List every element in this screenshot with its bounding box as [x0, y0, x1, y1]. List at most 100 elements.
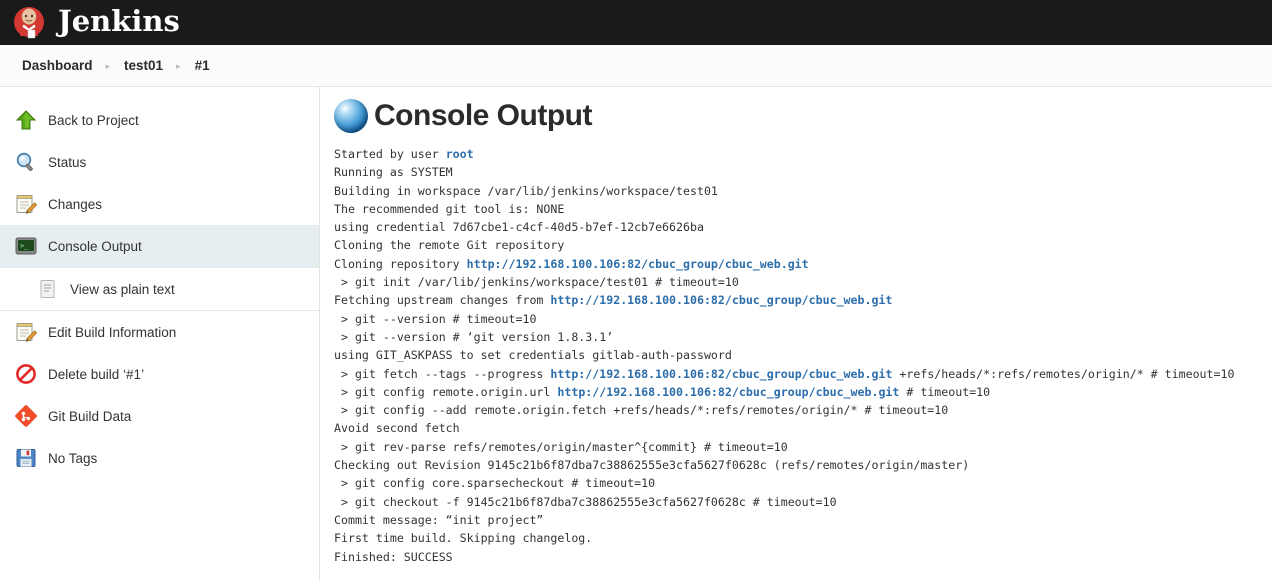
console-log-line: > git config --add remote.origin.fetch +… [334, 401, 1272, 419]
jenkins-butler-icon[interactable] [10, 3, 50, 43]
console-log-text: > git init /var/lib/jenkins/workspace/te… [334, 275, 739, 290]
sidebar-item-console-output[interactable]: >_ Console Output [0, 225, 319, 267]
sidebar-item-label: Back to Project [48, 112, 139, 128]
console-log-line: > git config remote.origin.url http://19… [334, 383, 1272, 401]
notepad-pencil-icon-svg [16, 195, 38, 214]
console-log-text: > git config remote.origin.url [334, 384, 558, 399]
sidebar-item-label: Edit Build Information [48, 324, 177, 340]
console-log-line: > git --version # ‘git version 1.8.3.1’ [334, 328, 1272, 346]
console-log-link[interactable]: root [446, 147, 474, 161]
console-log-text: > git rev-parse refs/remotes/origin/mast… [334, 439, 788, 454]
console-log-text: Avoid second fetch [334, 421, 460, 436]
sidebar-item-git-build-data[interactable]: Git Build Data [0, 395, 319, 437]
console-log-text: First time build. Skipping changelog. [334, 531, 593, 546]
page-body: Back to Project Status Changes >_ Consol… [0, 87, 1272, 580]
console-log-text: Started by user [334, 147, 446, 161]
console-log-line: Cloning the remote Git repository [334, 236, 1272, 254]
console-log-line: > git --version # timeout=10 [334, 310, 1272, 328]
top-header-bar: Jenkins [0, 0, 1272, 45]
console-log-link[interactable]: http://192.168.100.106:82/cbuc_group/cbu… [550, 293, 892, 307]
floppy-disk-icon-svg [16, 449, 36, 467]
green-up-arrow-icon [14, 108, 38, 132]
breadcrumb-item-dashboard[interactable]: Dashboard [22, 58, 93, 73]
notepad-pencil-icon [14, 192, 38, 216]
console-log-text: # timeout=10 [899, 384, 991, 399]
sidebar-item-label: Console Output [48, 238, 142, 254]
console-log-line: First time build. Skipping changelog. [334, 529, 1272, 547]
console-log-text: Fetching upstream changes from [334, 293, 551, 308]
sidebar-item-edit-build-information[interactable]: Edit Build Information [0, 311, 319, 353]
console-log-line: Commit message: “init project” [334, 511, 1272, 529]
floppy-disk-icon [14, 446, 38, 470]
console-log-text: Checking out Revision 9145c21b6f87dba7c3… [334, 458, 970, 473]
magnifier-icon [14, 150, 38, 174]
console-log-output: Started by user root Running as SYSTEM Bui… [334, 145, 1272, 566]
notepad-pencil-icon [14, 320, 38, 344]
app-title: Jenkins [58, 3, 180, 38]
sidebar-item-status[interactable]: Status [0, 141, 319, 183]
console-log-text: using GIT_ASKPASS to set credentials git… [334, 348, 732, 363]
sidebar-item-delete-build[interactable]: Delete build ‘#1’ [0, 353, 319, 395]
console-log-text: The recommended git tool is: NONE [334, 201, 565, 216]
breadcrumb-item-job[interactable]: test01 [124, 58, 163, 73]
console-log-line: > git checkout -f 9145c21b6f87dba7c38862… [334, 493, 1272, 511]
svg-text:>_: >_ [20, 242, 29, 250]
console-log-text: > git fetch --tags --progress [334, 366, 551, 381]
console-log-text: > git config --add remote.origin.fetch +… [334, 403, 949, 418]
console-output-header: Console Output [334, 99, 1272, 133]
console-log-text: > git --version # timeout=10 [334, 311, 537, 326]
sidebar-item-label: Delete build ‘#1’ [48, 366, 145, 382]
sidebar-item-view-as-plain-text[interactable]: View as plain text [0, 267, 319, 311]
console-log-link[interactable]: http://192.168.100.106:82/cbuc_group/cbu… [467, 257, 809, 271]
breadcrumb-item-build[interactable]: #1 [195, 58, 210, 73]
console-log-line: Avoid second fetch [334, 419, 1272, 437]
console-log-text: Running as SYSTEM [334, 165, 453, 180]
sidebar-item-back-to-project[interactable]: Back to Project [0, 99, 319, 141]
terminal-icon-svg: >_ [15, 237, 37, 255]
breadcrumb: Dashboard ▸ test01 ▸ #1 [0, 45, 1272, 87]
console-log-line: > git config core.sparsecheckout # timeo… [334, 474, 1272, 492]
console-log-text: > git --version # ‘git version 1.8.3.1’ [334, 329, 614, 344]
breadcrumb-separator-icon: ▸ [105, 61, 111, 71]
console-log-link[interactable]: http://192.168.100.106:82/cbuc_group/cbu… [550, 367, 892, 381]
page-title: Console Output [374, 99, 592, 132]
console-log-line: > git fetch --tags --progress http://192… [334, 365, 1272, 383]
console-log-text: > git checkout -f 9145c21b6f87dba7c38862… [334, 494, 837, 509]
magnifier-icon-svg [16, 152, 33, 171]
plain-text-document-icon-svg [40, 280, 55, 298]
console-log-text: Commit message: “init project” [334, 512, 544, 527]
console-log-line: The recommended git tool is: NONE [334, 200, 1272, 218]
console-log-text: > git config core.sparsecheckout # timeo… [334, 476, 656, 491]
sidebar-item-label: Changes [48, 196, 103, 212]
console-log-line: using GIT_ASKPASS to set credentials git… [334, 346, 1272, 364]
console-log-line: Finished: SUCCESS [334, 548, 1272, 566]
sidebar-item-label: No Tags [48, 450, 98, 466]
sidebar-sub-item-label: View as plain text [70, 281, 175, 297]
terminal-icon: >_ [14, 234, 38, 258]
console-log-link[interactable]: http://192.168.100.106:82/cbuc_group/cbu… [557, 385, 899, 399]
sidebar-item-changes[interactable]: Changes [0, 183, 319, 225]
blue-sphere-icon [334, 99, 368, 133]
console-log-text: using credential 7d67cbe1-c4cf-40d5-b7ef… [334, 220, 704, 235]
sidebar-item-label: Git Build Data [48, 408, 132, 424]
console-log-text: Building in workspace /var/lib/jenkins/w… [334, 183, 718, 198]
main-content: Console Output Started by user root Runni… [320, 87, 1272, 580]
console-log-line: Fetching upstream changes from http://19… [334, 291, 1272, 309]
console-log-line: > git init /var/lib/jenkins/workspace/te… [334, 273, 1272, 291]
plain-text-document-icon [36, 277, 60, 301]
sidebar: Back to Project Status Changes >_ Consol… [0, 87, 320, 580]
console-log-line: using credential 7d67cbe1-c4cf-40d5-b7ef… [334, 218, 1272, 236]
console-log-line: > git rev-parse refs/remotes/origin/mast… [334, 438, 1272, 456]
notepad-pencil-icon-svg [16, 323, 38, 342]
sidebar-item-label: Status [48, 154, 87, 170]
green-up-arrow-icon-svg [15, 110, 37, 130]
no-entry-icon [14, 362, 38, 386]
console-log-line: Building in workspace /var/lib/jenkins/w… [334, 182, 1272, 200]
console-log-line: Cloning repository http://192.168.100.10… [334, 255, 1272, 273]
sidebar-item-no-tags[interactable]: No Tags [0, 437, 319, 479]
git-diamond-icon-svg [15, 405, 37, 427]
console-log-line: Checking out Revision 9145c21b6f87dba7c3… [334, 456, 1272, 474]
console-log-text: Cloning repository [334, 256, 467, 271]
git-diamond-icon [14, 404, 38, 428]
jenkins-butler-icon-svg [14, 6, 44, 38]
